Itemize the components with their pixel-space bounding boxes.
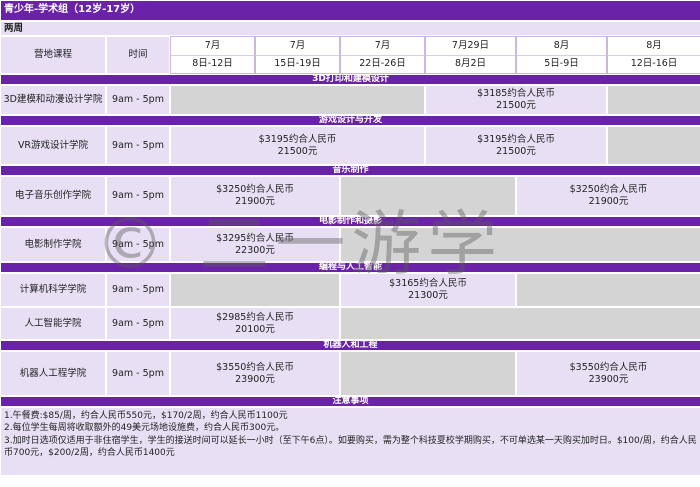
note-item: 3.加时日选项仅适用于非住宿学生，学生的接送时间可以延长一小时（至下午6点）。如… xyxy=(4,435,697,459)
date-range: 8日-12日 xyxy=(171,55,254,70)
date-month: 7月29日 xyxy=(451,40,490,52)
date-month: 8月 xyxy=(553,40,570,52)
price-usd: $3250约合人民币 xyxy=(216,184,294,196)
price-cny: 21300元 xyxy=(408,290,448,301)
program-name: 人工智能学院 xyxy=(0,307,106,340)
date-col-3: 7月 22日-26日 xyxy=(340,36,425,74)
section-header-3d: 3D打印和建模设计 xyxy=(0,74,700,85)
program-time: 9am - 5pm xyxy=(106,351,170,396)
section-header-film: 电影制作和摄影 xyxy=(0,216,700,227)
header-program: 营地课程 xyxy=(0,36,106,74)
date-range: 5日-9日 xyxy=(517,55,606,70)
section-header-notes: 注意事项 xyxy=(0,396,700,407)
date-range: 12日-16日 xyxy=(608,55,700,70)
program-time: 9am - 5pm xyxy=(106,176,170,216)
schedule-table: 青少年-学术组（12岁-17岁） 两周 营地课程 时间 7月 8日-12日 7月 1… xyxy=(0,0,700,487)
price-cny: 21500元 xyxy=(496,100,536,111)
date-month: 8月 xyxy=(646,40,662,52)
price-usd: $3195约合人民币 xyxy=(258,133,337,145)
price-cny: 21900元 xyxy=(588,196,629,207)
price-usd: $3185约合人民币 xyxy=(477,88,555,100)
note-item: 1.午餐费:$85/周，约合人民币550元，$170/2周，约合人民币1100元 xyxy=(4,411,288,421)
date-month: 7月 xyxy=(374,40,391,52)
price-cell: $3195约合人民币 21500元 xyxy=(425,126,607,165)
price-usd: $3195约合人民币 xyxy=(477,133,555,145)
price-usd: $3550约合人民币 xyxy=(569,361,648,373)
notes-body: 1.午餐费:$85/周，约合人民币550元，$170/2周，约合人民币1100元… xyxy=(0,407,700,476)
price-cell: $3295约合人民币 22300元 xyxy=(170,227,340,262)
note-item: 2.每位学生每周将收取额外的49美元场地设施费，约合人民币300元。 xyxy=(4,423,285,434)
price-cny: 21500元 xyxy=(277,145,318,157)
date-range: 8月2日 xyxy=(426,55,515,70)
unavailable-cell xyxy=(340,351,516,396)
program-name: 计算机科学学院 xyxy=(0,273,106,307)
unavailable-cell xyxy=(607,126,700,165)
section-header-music: 音乐制作 xyxy=(0,165,700,176)
unavailable-cell xyxy=(170,273,340,307)
unavailable-cell xyxy=(340,176,516,216)
price-cell: $3185约合人民币 21500元 xyxy=(425,85,607,115)
date-month: 7月 xyxy=(204,40,221,52)
price-cell: $3250约合人民币 21900元 xyxy=(516,176,700,216)
price-cny: 23900元 xyxy=(588,373,629,385)
unavailable-cell xyxy=(340,307,700,340)
price-cell: $3550约合人民币 23900元 xyxy=(516,351,700,396)
date-col-6: 8月 12日-16日 xyxy=(607,36,700,74)
date-col-1: 7月 8日-12日 xyxy=(170,36,255,74)
program-time: 9am - 5pm xyxy=(106,307,170,340)
program-time: 9am - 5pm xyxy=(106,85,170,115)
date-range: 22日-26日 xyxy=(341,55,424,70)
program-name: 电子音乐创作学院 xyxy=(0,176,106,216)
price-usd: $2985约合人民币 xyxy=(216,311,294,323)
section-header-game: 游戏设计与开发 xyxy=(0,115,700,126)
program-time: 9am - 5pm xyxy=(106,227,170,262)
price-cny: 21500元 xyxy=(496,145,536,157)
price-usd: $3250约合人民币 xyxy=(569,184,648,196)
unavailable-cell xyxy=(340,227,700,262)
date-range: 15日-19日 xyxy=(256,55,339,70)
price-cell: $3195约合人民币 21500元 xyxy=(170,126,425,165)
price-usd: $3550约合人民币 xyxy=(216,361,294,373)
unavailable-cell xyxy=(607,85,700,115)
price-cny: 20100元 xyxy=(235,323,275,335)
date-month: 7月 xyxy=(289,40,306,52)
price-cny: 22300元 xyxy=(235,244,275,256)
price-cell: $3165约合人民币 21300元 xyxy=(340,273,516,307)
program-name: 3D建模和动漫设计学院 xyxy=(0,85,106,115)
unavailable-cell xyxy=(170,85,425,115)
table-title: 青少年-学术组（12岁-17岁） xyxy=(0,0,700,21)
program-time: 9am - 5pm xyxy=(106,126,170,165)
program-name: 电影制作学院 xyxy=(0,227,106,262)
program-name: VR游戏设计学院 xyxy=(0,126,106,165)
price-cell: $2985约合人民币 20100元 xyxy=(170,307,340,340)
header-time: 时间 xyxy=(106,36,170,74)
duration-label: 两周 xyxy=(0,21,700,36)
price-usd: $3295约合人民币 xyxy=(216,232,294,244)
date-col-4: 7月29日 8月2日 xyxy=(425,36,516,74)
price-cell: $3250约合人民币 21900元 xyxy=(170,176,340,216)
section-header-robotics: 机器人和工程 xyxy=(0,340,700,351)
date-col-5: 8月 5日-9日 xyxy=(516,36,607,74)
section-header-coding: 编程与人工智能 xyxy=(0,262,700,273)
unavailable-cell xyxy=(516,273,700,307)
program-name: 机器人工程学院 xyxy=(0,351,106,396)
price-cny: 23900元 xyxy=(235,373,275,385)
price-cell: $3550约合人民币 23900元 xyxy=(170,351,340,396)
price-usd: $3165约合人民币 xyxy=(389,278,467,290)
program-time: 9am - 5pm xyxy=(106,273,170,307)
date-col-2: 7月 15日-19日 xyxy=(255,36,340,74)
price-cny: 21900元 xyxy=(235,196,275,207)
